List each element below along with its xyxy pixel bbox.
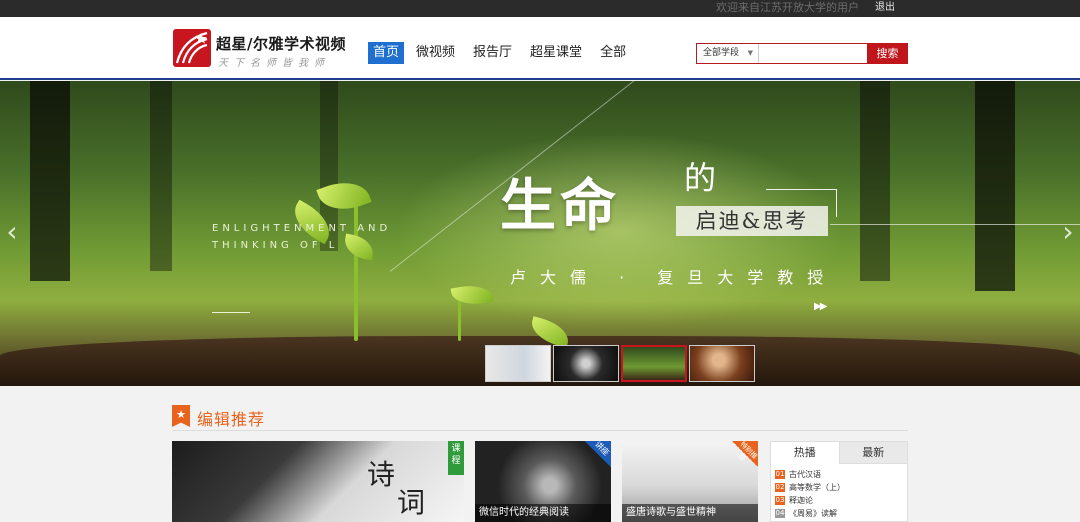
brush-character: 词	[397, 486, 426, 519]
banner-en-line2: THINKING OF L	[212, 240, 339, 251]
tab-hot[interactable]: 热播	[771, 442, 839, 464]
play-icon[interactable]: ▶▶	[814, 301, 827, 312]
featured-card[interactable]: 特别推荐 盛唐诗歌与盛世精神	[622, 441, 758, 522]
hero-banner[interactable]: ENLIGHTENMENT AND THINKING OF L 生命 的 启迪&…	[0, 81, 1080, 386]
tree-trunk	[150, 81, 172, 271]
card-caption: 微信时代的经典阅读	[475, 504, 611, 522]
editor-picks-header: ★ 编辑推荐	[172, 405, 908, 431]
search-button[interactable]: 搜索	[867, 43, 908, 64]
logo-icon[interactable]	[173, 29, 211, 67]
section-title: 编辑推荐	[197, 410, 266, 429]
star-bookmark-icon: ★	[172, 405, 190, 427]
main-nav: 首页 微视频 报告厅 超星课堂 全部	[368, 42, 638, 64]
sprout-stem	[458, 296, 461, 341]
sprout-leaf	[342, 233, 376, 261]
rank-number: 03	[775, 496, 785, 505]
card-caption: 盛唐诗歌与盛世精神	[622, 504, 758, 522]
tab-latest[interactable]: 最新	[838, 442, 907, 464]
banner-title-de: 的	[684, 159, 717, 197]
logo-title[interactable]: 超星/尔雅学术视频	[216, 33, 346, 54]
tree-trunk	[860, 81, 890, 281]
search-scope-label: 全部学段	[703, 48, 740, 58]
rank-title: 《周易》读解	[789, 509, 837, 518]
banner-en-line1: ENLIGHTENMENT AND	[212, 223, 392, 234]
list-item[interactable]: 03 释迦论	[775, 494, 907, 507]
nav-lecture-hall[interactable]: 报告厅	[467, 42, 518, 64]
nav-all[interactable]: 全部	[594, 42, 632, 64]
logout-link[interactable]: 退出	[875, 1, 895, 15]
list-item[interactable]: 04 《周易》读解	[775, 507, 907, 520]
welcome-text: 欢迎来自江苏开放大学的用户	[716, 1, 859, 14]
course-badge: 课程	[448, 441, 464, 475]
search-scope-select[interactable]: 全部学段 ▼	[697, 44, 759, 63]
rank-title: 释迦论	[789, 496, 813, 505]
ranking-tabs: 热播 最新	[771, 442, 907, 464]
banner-subtitle: 启迪&思考	[676, 206, 828, 236]
search-input[interactable]	[760, 44, 866, 63]
banner-horizontal-line	[830, 224, 1080, 225]
banner-thumb-4[interactable]	[689, 345, 755, 382]
featured-badge: 特别推荐	[732, 441, 758, 467]
rank-title: 高等数学（上）	[789, 483, 845, 492]
banner-title-main: 生命	[500, 173, 620, 239]
list-item[interactable]: 01 古代汉语	[775, 468, 907, 481]
top-bar: 欢迎来自江苏开放大学的用户 退出	[0, 0, 1080, 17]
ranking-panel: 热播 最新 01 古代汉语 02 高等数学（上） 03 释迦论 04 《周易》读…	[770, 441, 908, 522]
banner-thumb-3[interactable]	[621, 345, 687, 382]
tree-trunk	[975, 81, 1015, 291]
lecture-card[interactable]: 讲座 微信时代的经典阅读	[475, 441, 611, 522]
site-header: 超星/尔雅学术视频 天下名师皆我师 首页 微视频 报告厅 超星课堂 全部 全部学…	[0, 17, 1080, 80]
banner-thumbnails	[485, 345, 755, 382]
banner-thumb-2[interactable]	[553, 345, 619, 382]
chevron-left-icon[interactable]: ‹	[0, 214, 24, 254]
rank-number: 02	[775, 483, 785, 492]
rank-number: 04	[775, 509, 785, 518]
logo-slogan: 天下名师皆我师	[218, 58, 330, 69]
search-bar: 全部学段 ▼ 搜索	[696, 43, 908, 64]
nav-home[interactable]: 首页	[368, 42, 405, 64]
banner-diagonal-line	[389, 81, 903, 272]
tree-trunk	[30, 81, 70, 281]
lecture-badge: 讲座	[585, 441, 611, 467]
chevron-down-icon: ▼	[747, 49, 753, 57]
rank-title: 古代汉语	[789, 470, 821, 479]
nav-micro-video[interactable]: 微视频	[410, 42, 461, 64]
chevron-right-icon[interactable]: ›	[1056, 214, 1080, 254]
nav-chaoxing-class[interactable]: 超星课堂	[524, 42, 588, 64]
sprout-stem	[354, 201, 358, 341]
rank-number: 01	[775, 470, 785, 479]
banner-divider	[212, 312, 250, 313]
header-rule	[0, 78, 1080, 80]
list-item[interactable]: 02 高等数学（上）	[775, 481, 907, 494]
banner-lecturer: 卢大儒 · 复旦大学教授	[510, 268, 838, 287]
sprout-leaf	[450, 281, 494, 309]
ranking-list: 01 古代汉语 02 高等数学（上） 03 释迦论 04 《周易》读解	[771, 464, 907, 520]
brush-character: 诗	[367, 458, 396, 491]
course-card[interactable]: 诗 词 课程	[172, 441, 464, 522]
banner-thumb-1[interactable]	[485, 345, 551, 382]
